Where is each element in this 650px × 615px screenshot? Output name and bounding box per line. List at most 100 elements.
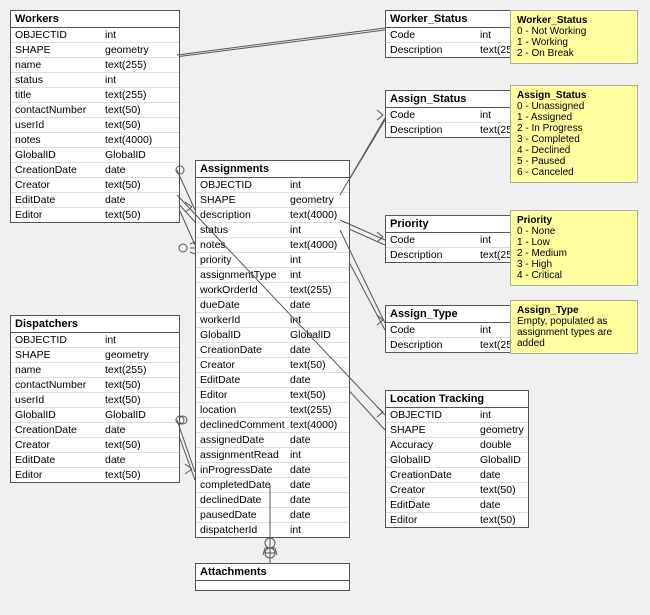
table-row: Editortext(50) <box>11 208 179 222</box>
table-row: CreationDatedate <box>11 163 179 178</box>
table-row: Codeint <box>386 233 525 248</box>
table-row: nametext(255) <box>11 363 179 378</box>
table-row: Codeint <box>386 108 525 123</box>
assign-type-table: Assign_Type Codeint Descriptiontext(255) <box>385 305 526 353</box>
note-line: 5 - Paused <box>517 156 631 167</box>
table-row: Descriptiontext(255) <box>386 248 525 262</box>
assign-type-title: Assign_Type <box>386 306 525 323</box>
table-row: dispatcherIdint <box>196 523 349 537</box>
table-row: SHAPEgeometry <box>386 423 528 438</box>
table-row: GlobalIDGlobalID <box>11 148 179 163</box>
table-row: CreationDatedate <box>386 468 528 483</box>
table-row: Codeint <box>386 323 525 338</box>
table-row: OBJECTIDint <box>196 178 349 193</box>
table-row: OBJECTIDint <box>386 408 528 423</box>
table-row: Accuracydouble <box>386 438 528 453</box>
table-row: OBJECTIDint <box>11 28 179 43</box>
table-row: EditDatedate <box>386 498 528 513</box>
note-line: 1 - Low <box>517 237 631 248</box>
table-row: EditDatedate <box>196 373 349 388</box>
table-row: OBJECTIDint <box>11 333 179 348</box>
table-row: GlobalIDGlobalID <box>11 408 179 423</box>
note-line: 2 - Medium <box>517 248 631 259</box>
note-line: Empty, populated as assignment types are… <box>517 316 631 349</box>
priority-table: Priority Codeint Descriptiontext(255) <box>385 215 526 263</box>
assign-status-table: Assign_Status Codeint Descriptiontext(25… <box>385 90 526 138</box>
table-row: statusint <box>196 223 349 238</box>
note-line: 1 - Working <box>517 37 631 48</box>
table-row: declinedDatedate <box>196 493 349 508</box>
note-line: 0 - Not Working <box>517 26 631 37</box>
table-row: statusint <box>11 73 179 88</box>
table-row: notestext(4000) <box>11 133 179 148</box>
table-row: locationtext(255) <box>196 403 349 418</box>
table-row: assignedDatedate <box>196 433 349 448</box>
note-line: 3 - Completed <box>517 134 631 145</box>
table-row: Creatortext(50) <box>11 178 179 193</box>
table-row: Creatortext(50) <box>196 358 349 373</box>
location-tracking-title: Location Tracking <box>386 391 528 408</box>
table-row: Creatortext(50) <box>386 483 528 498</box>
table-row: descriptiontext(4000) <box>196 208 349 223</box>
worker-status-table: Worker_Status Codeint Descriptiontext(25… <box>385 10 526 58</box>
table-row: userIdtext(50) <box>11 393 179 408</box>
note-line: Assign_Status <box>517 90 631 101</box>
table-row: EditDatedate <box>11 453 179 468</box>
note-line: 0 - None <box>517 226 631 237</box>
workers-title: Workers <box>11 11 179 28</box>
table-row: EditDatedate <box>11 193 179 208</box>
note-line: 2 - In Progress <box>517 123 631 134</box>
table-row: notestext(4000) <box>196 238 349 253</box>
worker-status-note: Worker_Status 0 - Not Working 1 - Workin… <box>510 10 638 64</box>
table-row: inProgressDatedate <box>196 463 349 478</box>
table-row: declinedCommenttext(4000) <box>196 418 349 433</box>
table-row: titletext(255) <box>11 88 179 103</box>
table-row: CreationDatedate <box>196 343 349 358</box>
table-row: SHAPEgeometry <box>11 43 179 58</box>
table-row: userIdtext(50) <box>11 118 179 133</box>
table-row: Descriptiontext(255) <box>386 123 525 137</box>
table-row: Editortext(50) <box>196 388 349 403</box>
table-row: CreationDatedate <box>11 423 179 438</box>
table-row: Creatortext(50) <box>11 438 179 453</box>
table-row: workOrderIdtext(255) <box>196 283 349 298</box>
table-row: Editortext(50) <box>11 468 179 482</box>
table-row: workerIdint <box>196 313 349 328</box>
note-line: Priority <box>517 215 631 226</box>
table-row: nametext(255) <box>11 58 179 73</box>
table-row: GlobalIDGlobalID <box>196 328 349 343</box>
assign-status-note: Assign_Status 0 - Unassigned 1 - Assigne… <box>510 85 638 183</box>
table-row: pausedDatedate <box>196 508 349 523</box>
table-row: SHAPEgeometry <box>11 348 179 363</box>
table-row: assignmentReadint <box>196 448 349 463</box>
table-row: priorityint <box>196 253 349 268</box>
note-line: 0 - Unassigned <box>517 101 631 112</box>
table-row: Codeint <box>386 28 525 43</box>
note-line: 1 - Assigned <box>517 112 631 123</box>
workers-table: Workers OBJECTIDint SHAPEgeometry namete… <box>10 10 180 223</box>
table-row: Editortext(50) <box>386 513 528 527</box>
diagram-container: Workers OBJECTIDint SHAPEgeometry namete… <box>0 0 650 615</box>
dispatchers-title: Dispatchers <box>11 316 179 333</box>
note-line: 2 - On Break <box>517 48 631 59</box>
table-row: dueDatedate <box>196 298 349 313</box>
dispatchers-table: Dispatchers OBJECTIDint SHAPEgeometry na… <box>10 315 180 483</box>
worker-status-title: Worker_Status <box>386 11 525 28</box>
assignments-table: Assignments OBJECTIDint SHAPEgeometry de… <box>195 160 350 538</box>
note-line: 4 - Declined <box>517 145 631 156</box>
table-row: assignmentTypeint <box>196 268 349 283</box>
note-line: Assign_Type <box>517 305 631 316</box>
table-row: Descriptiontext(255) <box>386 338 525 352</box>
attachments-title: Attachments <box>196 564 349 581</box>
priority-note: Priority 0 - None 1 - Low 2 - Medium 3 -… <box>510 210 638 286</box>
priority-title: Priority <box>386 216 525 233</box>
location-tracking-table: Location Tracking OBJECTIDint SHAPEgeome… <box>385 390 529 528</box>
table-row: completedDatedate <box>196 478 349 493</box>
attachments-table: Attachments <box>195 563 350 591</box>
table-row: SHAPEgeometry <box>196 193 349 208</box>
note-line: 6 - Canceled <box>517 167 631 178</box>
table-row: contactNumbertext(50) <box>11 103 179 118</box>
note-line: Worker_Status <box>517 15 631 26</box>
note-line: 3 - High <box>517 259 631 270</box>
table-row: GlobalIDGlobalID <box>386 453 528 468</box>
